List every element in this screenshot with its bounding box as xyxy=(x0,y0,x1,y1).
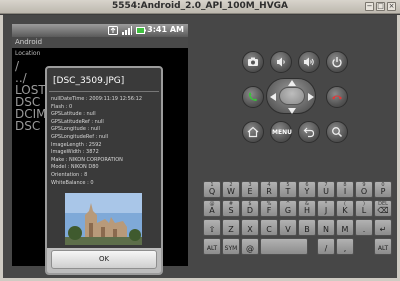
key-y[interactable]: 6Y xyxy=(298,181,316,198)
location-label: Location xyxy=(15,50,41,57)
key-l[interactable]: ) L xyxy=(355,200,373,217)
dialog-divider xyxy=(49,91,159,92)
key-b[interactable]: B xyxy=(298,219,316,236)
window-titlebar: 5554:Android_2.0_API_100M_HVGA − □ × xyxy=(0,0,400,14)
list-item[interactable]: DSC xyxy=(15,120,47,132)
maximize-button[interactable]: □ xyxy=(376,2,385,11)
key-del[interactable]: DEL ⌫ xyxy=(374,200,392,217)
menu-label: MENU xyxy=(272,129,292,136)
key-e[interactable]: 3E xyxy=(241,181,259,198)
key-z[interactable]: Z xyxy=(222,219,240,236)
dpad[interactable] xyxy=(266,78,316,114)
status-time: 3:41 AM xyxy=(147,25,184,34)
exif-line: Model : NIKON D80 xyxy=(51,164,99,171)
volume-up-icon xyxy=(304,57,314,67)
key-a[interactable]: @ A xyxy=(203,200,221,217)
end-call-button[interactable] xyxy=(326,86,348,108)
home-button[interactable] xyxy=(242,121,264,143)
close-button[interactable]: × xyxy=(387,2,396,11)
key-comma[interactable]: , xyxy=(336,238,354,255)
battery-icon xyxy=(136,27,146,34)
key-v[interactable]: V xyxy=(279,219,297,236)
exif-line: GPSLatitudeRef : null xyxy=(51,118,104,125)
dpad-up-icon[interactable] xyxy=(288,80,296,86)
photo-thumbnail xyxy=(65,193,142,245)
key-q[interactable]: 1Q xyxy=(203,181,221,198)
back-button[interactable] xyxy=(298,121,320,143)
key-shift[interactable]: ⇧ xyxy=(203,219,221,236)
key-p[interactable]: 0P xyxy=(374,181,392,198)
key-space[interactable] xyxy=(260,238,308,255)
exif-line: GPSLongitudeRef : null xyxy=(51,133,108,140)
call-icon xyxy=(249,92,257,101)
exif-info: nullDateTime : 2009:11:19 12:56:12 Flash… xyxy=(51,96,161,187)
exif-line: Flash : 0 xyxy=(51,103,73,110)
end-call-icon xyxy=(332,95,342,100)
key-period[interactable]: . xyxy=(355,219,373,236)
usb-icon xyxy=(108,26,118,35)
key-enter[interactable]: ↵ xyxy=(374,219,392,236)
signal-icon xyxy=(122,26,132,35)
dpad-right-icon[interactable] xyxy=(308,93,314,101)
exif-line: Make : NIKON CORPORATION xyxy=(51,156,123,163)
power-icon xyxy=(332,57,342,68)
key-alt-left[interactable]: ALT xyxy=(203,238,221,255)
dpad-down-icon[interactable] xyxy=(288,108,296,114)
key-i[interactable]: 8I xyxy=(336,181,354,198)
menu-button[interactable]: MENU xyxy=(270,121,292,143)
search-button[interactable] xyxy=(326,121,348,143)
exif-line: ImageLength : 2592 xyxy=(51,141,102,148)
status-bar: 3:41 AM xyxy=(12,24,188,37)
image-info-dialog: [DSC_3509.JPG] nullDateTime : 2009:11:19… xyxy=(45,66,163,275)
file-list: / ../ LOST DSC DCIM DSC xyxy=(15,60,47,132)
dpad-center-button[interactable] xyxy=(279,87,305,105)
volume-up-button[interactable] xyxy=(298,51,320,73)
key-x[interactable]: X xyxy=(241,219,259,236)
camera-button[interactable] xyxy=(242,51,264,73)
search-icon xyxy=(332,127,343,138)
key-o[interactable]: 9O xyxy=(355,181,373,198)
key-m[interactable]: M xyxy=(336,219,354,236)
exif-line: nullDateTime : 2009:11:19 12:56:12 xyxy=(51,96,143,102)
key-d[interactable]: $ D xyxy=(241,200,259,217)
key-t[interactable]: 5T xyxy=(279,181,297,198)
key-alt-right[interactable]: ALT xyxy=(374,238,392,255)
key-r[interactable]: 4R xyxy=(260,181,278,198)
key-slash[interactable]: / xyxy=(317,238,335,255)
key-j[interactable]: * J xyxy=(317,200,335,217)
key-s[interactable]: # S xyxy=(222,200,240,217)
key-c[interactable]: C xyxy=(260,219,278,236)
back-icon xyxy=(303,127,315,138)
key-w[interactable]: 2W xyxy=(222,181,240,198)
key-at[interactable]: @ xyxy=(241,238,259,255)
key-sym[interactable]: SYM xyxy=(222,238,240,255)
key-k[interactable]: (K xyxy=(336,200,354,217)
key-f[interactable]: % F xyxy=(260,200,278,217)
call-button[interactable] xyxy=(242,86,264,108)
key-g[interactable]: ^ G xyxy=(279,200,297,217)
app-title-bar: Android xyxy=(12,37,188,48)
dpad-left-icon[interactable] xyxy=(270,93,276,101)
key-h[interactable]: & H xyxy=(298,200,316,217)
ok-button[interactable]: OK xyxy=(51,250,157,269)
key-n[interactable]: N xyxy=(317,219,335,236)
dialog-footer: OK xyxy=(47,248,161,273)
app-title: Android xyxy=(15,38,43,46)
exif-line: WhiteBalance : 0 xyxy=(51,179,94,186)
dialog-title: [DSC_3509.JPG] xyxy=(53,76,125,86)
exif-line: ImageWidth : 3872 xyxy=(51,149,99,156)
power-button[interactable] xyxy=(326,51,348,73)
window-title: 5554:Android_2.0_API_100M_HVGA xyxy=(111,1,289,11)
key-u[interactable]: 7U xyxy=(317,181,335,198)
minimize-button[interactable]: − xyxy=(365,2,374,11)
exif-line: GPSLatitude : null xyxy=(51,111,96,118)
exif-line: Orientation : 8 xyxy=(51,171,88,178)
home-icon xyxy=(247,126,259,138)
volume-down-icon xyxy=(277,57,285,67)
camera-icon xyxy=(248,57,258,66)
exif-line: GPSLongitude : null xyxy=(51,126,100,133)
volume-down-button[interactable] xyxy=(270,51,292,73)
device-screen[interactable]: 3:41 AM Android Location / ../ LOST DSC … xyxy=(12,24,188,275)
